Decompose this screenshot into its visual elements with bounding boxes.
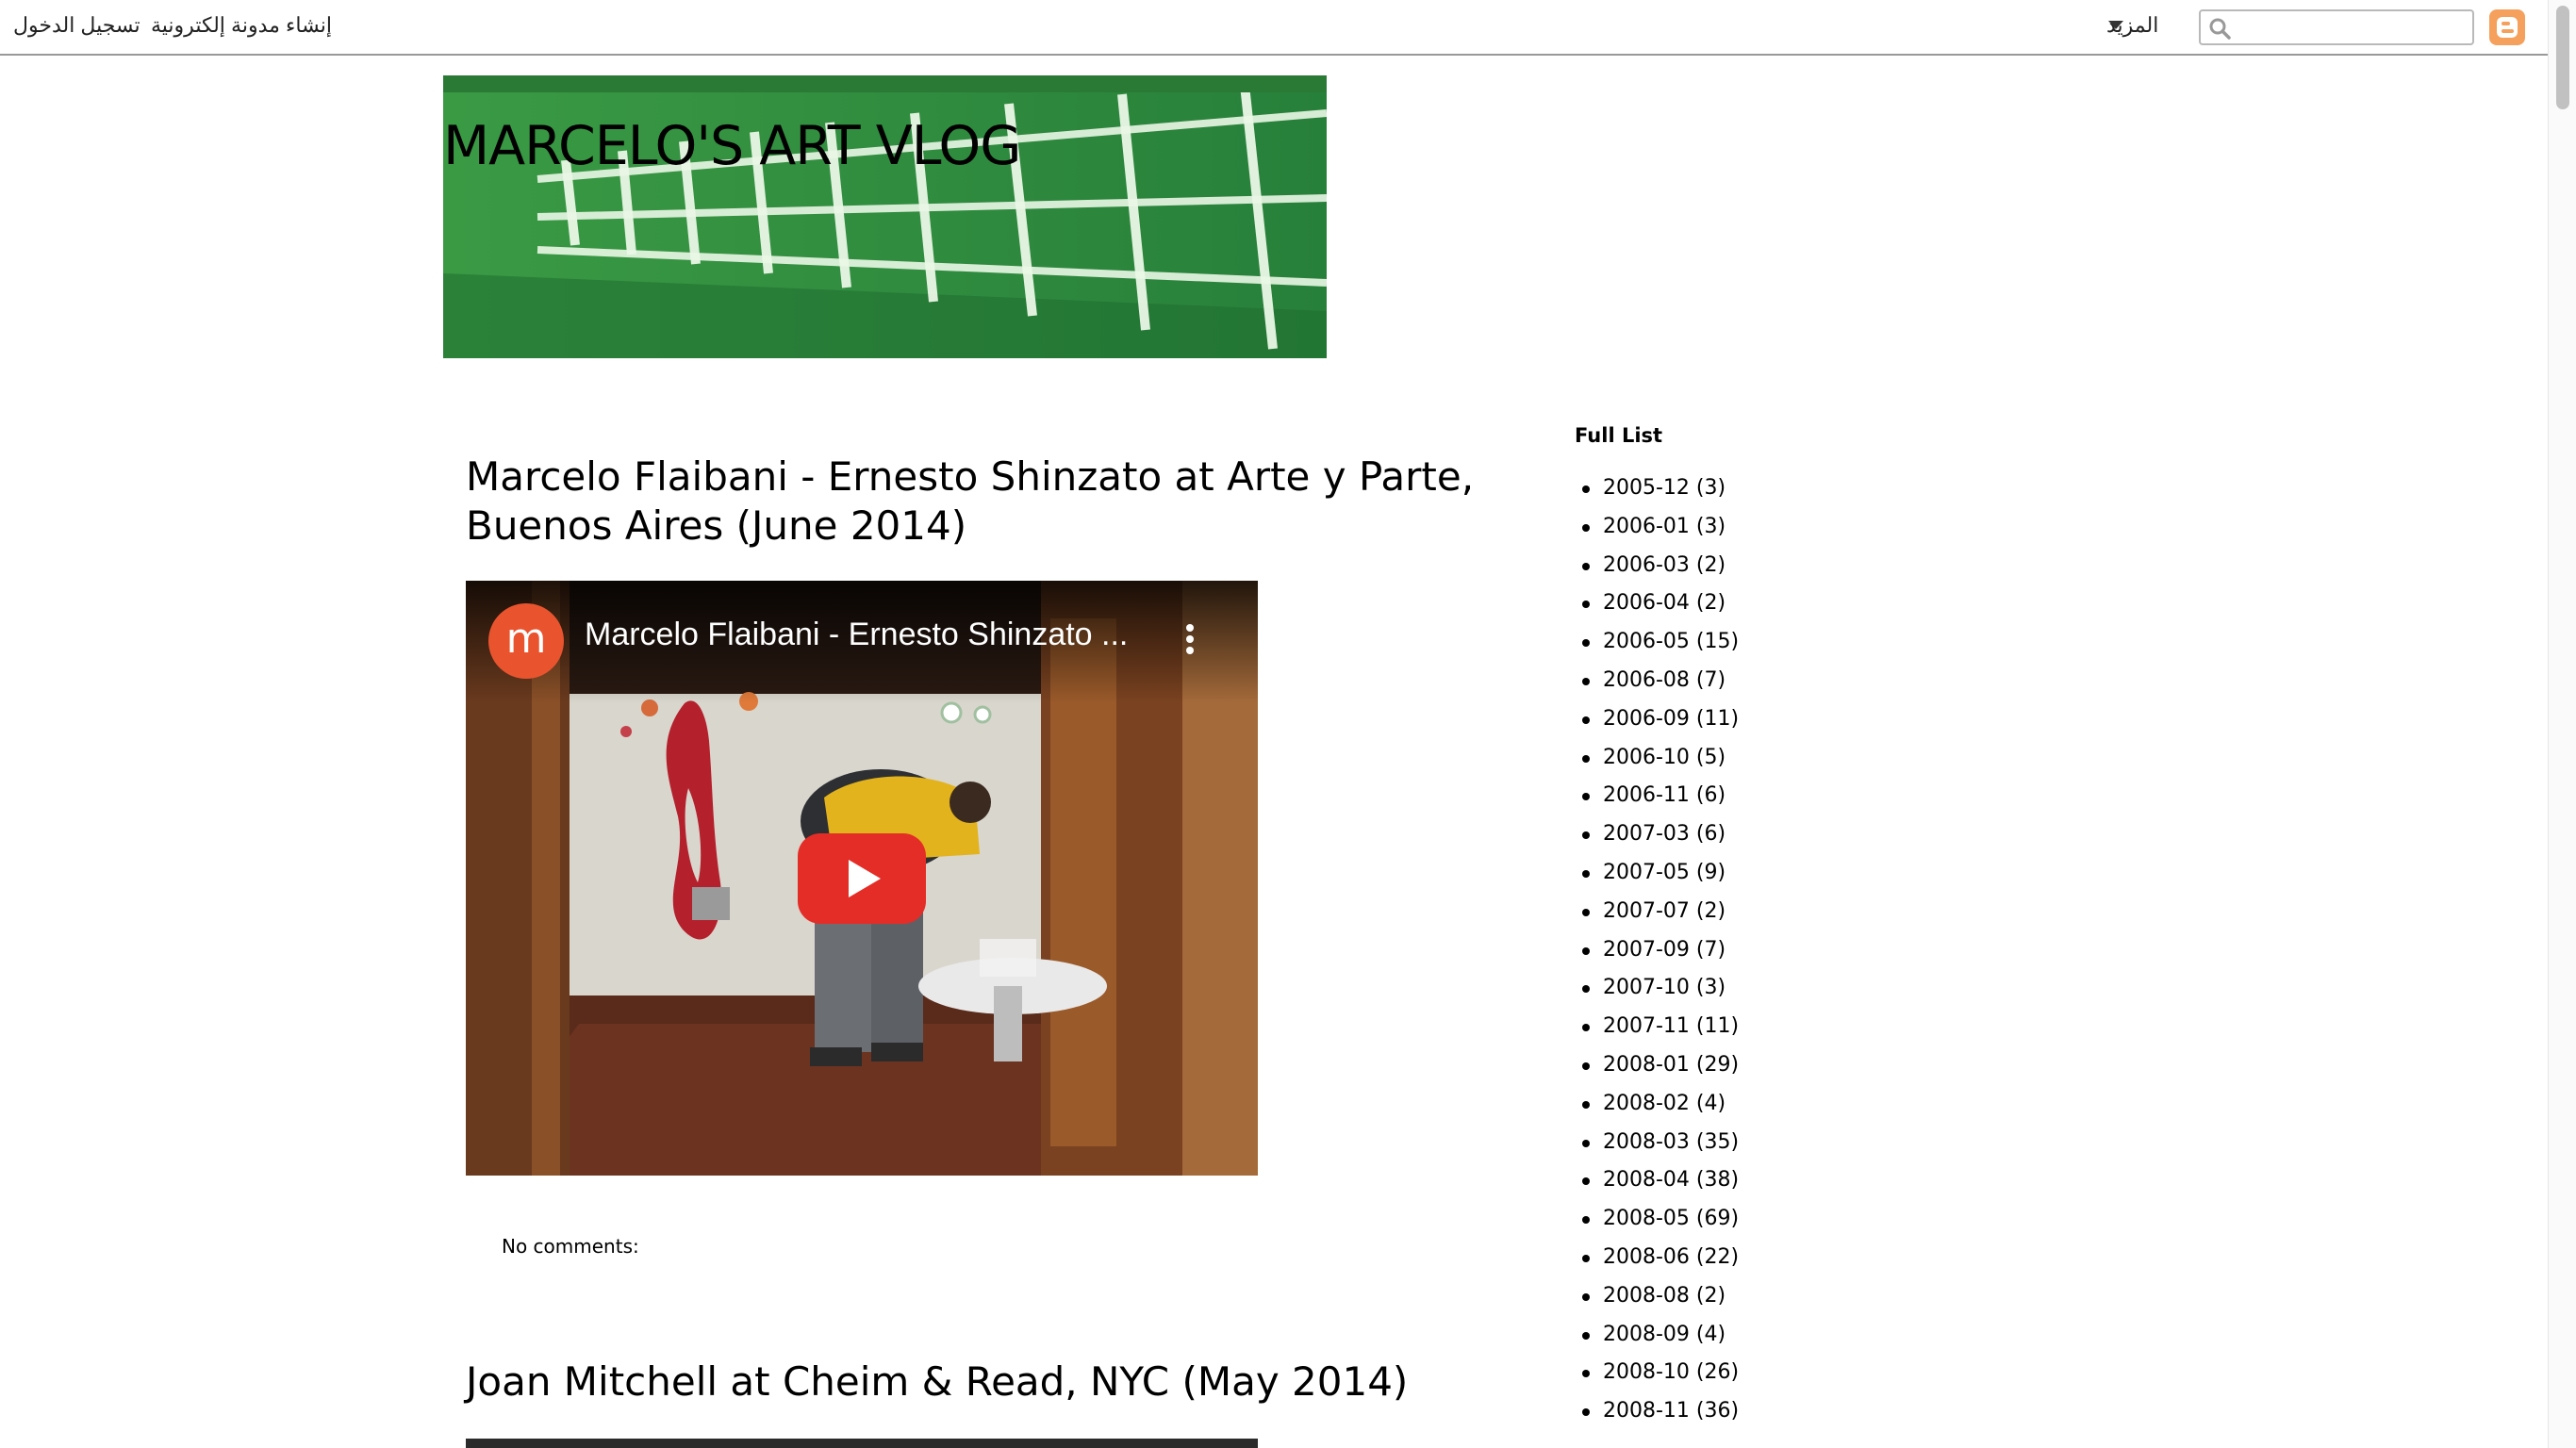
search-input[interactable] xyxy=(2238,13,2465,41)
archive-post-count: (38) xyxy=(1695,1168,1740,1193)
archive-item: 2006-08 (7) xyxy=(1575,664,1739,702)
archive-item: 2006-03 (2) xyxy=(1575,549,1739,587)
archive-widget-title: Full List xyxy=(1575,424,1663,447)
search-icon[interactable] xyxy=(2208,17,2233,41)
post-title[interactable]: Marcelo Flaibani - Ernesto Shinzato at A… xyxy=(466,452,1484,551)
archive-item: 2007-10 (3) xyxy=(1575,971,1739,1010)
archive-post-count: (26) xyxy=(1695,1360,1740,1385)
archive-item: 2008-06 (22) xyxy=(1575,1241,1739,1279)
archive-item: 2008-04 (38) xyxy=(1575,1163,1739,1202)
archive-item: 2007-05 (9) xyxy=(1575,856,1739,895)
archive-post-count: (11) xyxy=(1695,1014,1740,1039)
archive-post-count: (9) xyxy=(1695,860,1726,884)
archive-item: 2005-12 (3) xyxy=(1575,471,1739,510)
archive-post-count: (6) xyxy=(1695,822,1726,847)
archive-item: 2006-09 (11) xyxy=(1575,702,1739,741)
archive-post-count: (6) xyxy=(1695,783,1726,808)
archive-month-link[interactable]: 2006-04 xyxy=(1603,591,1690,615)
archive-item: 2007-11 (11) xyxy=(1575,1010,1739,1048)
archive-month-link[interactable]: 2007-09 xyxy=(1603,938,1690,962)
archive-item: 2006-11 (6) xyxy=(1575,779,1739,817)
archive-list: 2005-12 (3) 2006-01 (3) 2006-03 (2) 2006-04… xyxy=(1575,471,1739,1433)
archive-month-link[interactable]: 2006-10 xyxy=(1603,746,1690,769)
archive-post-count: (2) xyxy=(1695,552,1726,577)
archive-post-count: (4) xyxy=(1695,1322,1726,1346)
video-embed-partial[interactable] xyxy=(466,1439,1258,1448)
archive-post-count: (22) xyxy=(1695,1244,1740,1269)
archive-month-link[interactable]: 2006-03 xyxy=(1603,553,1690,577)
archive-post-count: (5) xyxy=(1695,745,1726,769)
blogger-logo-icon[interactable] xyxy=(2489,9,2525,45)
archive-month-link[interactable]: 2006-11 xyxy=(1603,783,1690,807)
archive-month-link[interactable]: 2007-07 xyxy=(1603,899,1690,923)
archive-post-count: (11) xyxy=(1695,706,1740,731)
video-menu-icon[interactable] xyxy=(1182,622,1197,660)
archive-post-count: (7) xyxy=(1695,667,1726,692)
archive-item: 2007-03 (6) xyxy=(1575,817,1739,856)
archive-month-link[interactable]: 2007-03 xyxy=(1603,822,1690,846)
archive-item: 2006-10 (5) xyxy=(1575,741,1739,780)
archive-month-link[interactable]: 2008-05 xyxy=(1603,1207,1690,1230)
archive-post-count: (3) xyxy=(1695,514,1726,538)
archive-month-link[interactable]: 2008-04 xyxy=(1603,1168,1690,1192)
post-title[interactable]: Joan Mitchell at Cheim & Read, NYC (May … xyxy=(466,1358,1484,1407)
page-scrollbar[interactable] xyxy=(2548,0,2576,1448)
blogger-navbar: تسجيل الدخول إنشاء مدونة إلكترونية المزي… xyxy=(0,0,2548,56)
archive-month-link[interactable]: 2008-03 xyxy=(1603,1130,1690,1154)
create-blog-link[interactable]: إنشاء مدونة إلكترونية xyxy=(151,13,332,38)
archive-item: 2008-05 (69) xyxy=(1575,1202,1739,1241)
archive-month-link[interactable]: 2008-11 xyxy=(1603,1399,1690,1423)
archive-post-count: (15) xyxy=(1695,630,1740,654)
archive-post-count: (2) xyxy=(1695,898,1726,923)
archive-post-count: (4) xyxy=(1695,1091,1726,1115)
archive-post-count: (3) xyxy=(1695,476,1726,500)
archive-item: 2008-03 (35) xyxy=(1575,1126,1739,1164)
archive-item: 2006-05 (15) xyxy=(1575,625,1739,664)
video-title[interactable]: Marcelo Flaibani - Ernesto Shinzato ... xyxy=(585,617,1128,653)
blog-title[interactable]: Marcelo's Art Vlog xyxy=(443,115,1021,177)
archive-item: 2007-07 (2) xyxy=(1575,895,1739,933)
search-box[interactable] xyxy=(2199,9,2474,45)
archive-item: 2008-02 (4) xyxy=(1575,1087,1739,1126)
archive-month-link[interactable]: 2007-11 xyxy=(1603,1014,1690,1038)
archive-month-link[interactable]: 2008-02 xyxy=(1603,1092,1690,1115)
archive-month-link[interactable]: 2007-05 xyxy=(1603,861,1690,884)
archive-month-link[interactable]: 2008-08 xyxy=(1603,1284,1690,1308)
archive-post-count: (3) xyxy=(1695,976,1726,1000)
archive-item: 2008-09 (4) xyxy=(1575,1318,1739,1357)
archive-item: 2008-10 (26) xyxy=(1575,1356,1739,1394)
caret-down-icon[interactable] xyxy=(2108,21,2123,29)
archive-item: 2008-01 (29) xyxy=(1575,1048,1739,1087)
archive-post-count: (2) xyxy=(1695,1283,1726,1308)
archive-post-count: (29) xyxy=(1695,1052,1740,1077)
archive-item: 2006-01 (3) xyxy=(1575,510,1739,549)
archive-month-link[interactable]: 2008-09 xyxy=(1603,1323,1690,1346)
archive-month-link[interactable]: 2006-08 xyxy=(1603,668,1690,692)
archive-item: 2007-09 (7) xyxy=(1575,933,1739,972)
archive-item: 2006-04 (2) xyxy=(1575,586,1739,625)
archive-month-link[interactable]: 2006-05 xyxy=(1603,630,1690,653)
archive-post-count: (7) xyxy=(1695,937,1726,962)
archive-month-link[interactable]: 2007-10 xyxy=(1603,976,1690,999)
signin-link[interactable]: تسجيل الدخول xyxy=(13,13,140,38)
play-button-icon[interactable] xyxy=(798,833,926,924)
archive-month-link[interactable]: 2006-01 xyxy=(1603,515,1690,538)
archive-item: 2008-11 (36) xyxy=(1575,1394,1739,1433)
archive-post-count: (69) xyxy=(1695,1207,1740,1231)
archive-month-link[interactable]: 2008-10 xyxy=(1603,1360,1690,1384)
archive-post-count: (2) xyxy=(1695,591,1726,616)
archive-month-link[interactable]: 2006-09 xyxy=(1603,707,1690,731)
archive-item: 2008-08 (2) xyxy=(1575,1279,1739,1318)
channel-avatar[interactable]: m xyxy=(488,603,564,679)
comments-link[interactable]: No comments: xyxy=(502,1235,639,1258)
scrollbar-thumb[interactable] xyxy=(2556,6,2569,109)
archive-month-link[interactable]: 2005-12 xyxy=(1603,476,1690,500)
archive-post-count: (36) xyxy=(1695,1399,1740,1423)
youtube-video-embed[interactable]: m Marcelo Flaibani - Ernesto Shinzato ..… xyxy=(466,581,1258,1176)
archive-month-link[interactable]: 2008-01 xyxy=(1603,1053,1690,1077)
archive-post-count: (35) xyxy=(1695,1129,1740,1154)
archive-month-link[interactable]: 2008-06 xyxy=(1603,1245,1690,1269)
